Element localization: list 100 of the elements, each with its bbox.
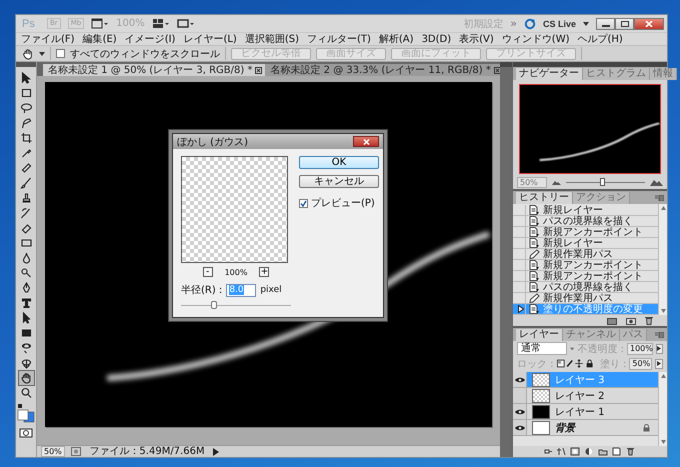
- checkbox[interactable]: [299, 198, 308, 208]
- history-label: 塗りの不透明度の変更: [543, 304, 643, 314]
- opacity-field[interactable]: 100%: [626, 342, 653, 354]
- scroll-down-icon[interactable]: [660, 309, 666, 313]
- preview-icon[interactable]: [71, 447, 81, 456]
- camera-icon[interactable]: [626, 316, 636, 324]
- history-marker-icon: [518, 305, 524, 313]
- color-swatches-icon[interactable]: [17, 404, 35, 424]
- close-button[interactable]: [634, 18, 664, 30]
- menu-item[interactable]: ヘルプ(H): [578, 32, 623, 46]
- blend-mode-select[interactable]: 通常: [517, 342, 568, 355]
- snapshot-icon[interactable]: [607, 316, 617, 324]
- zoom-in-button[interactable]: +: [259, 267, 270, 277]
- history-state[interactable]: パスの境界線を描く: [513, 282, 658, 293]
- scroll-up-icon[interactable]: [660, 374, 666, 378]
- history-label: パスの境界線を描く: [543, 282, 633, 292]
- menu-item[interactable]: 3D(D): [422, 34, 452, 44]
- close-icon: [362, 138, 370, 144]
- hand-icon[interactable]: [22, 48, 34, 60]
- view-extras-icon[interactable]: [91, 18, 110, 29]
- scrollbar[interactable]: [658, 204, 667, 315]
- zoom-field[interactable]: 50%: [517, 177, 547, 188]
- panel-tab[interactable]: レイヤー: [516, 329, 563, 341]
- caret-icon[interactable]: [39, 52, 45, 56]
- cs-live-menu[interactable]: CS Live: [542, 18, 576, 28]
- menu-item[interactable]: ファイル(F): [21, 32, 75, 46]
- history-state[interactable]: 新規アンカーポイント: [513, 260, 658, 271]
- menu-item[interactable]: イメージ(I): [124, 32, 176, 46]
- history-state[interactable]: 新規レイヤー: [513, 205, 658, 216]
- scroll-down-icon[interactable]: [660, 440, 666, 444]
- quick-mask-icon[interactable]: [19, 428, 33, 438]
- document-tab[interactable]: 名称未設定 1 @ 50% (レイヤー 3, RGB/8) *: [43, 64, 266, 76]
- fill-menu-button[interactable]: [655, 358, 663, 368]
- document-icon: [529, 260, 540, 270]
- history-state[interactable]: 新規レイヤー: [513, 238, 658, 249]
- ok-button[interactable]: OK: [299, 156, 379, 169]
- screen-mode-icon[interactable]: [176, 18, 195, 29]
- layer-row[interactable]: レイヤー 1: [513, 404, 658, 420]
- menu-item[interactable]: フィルター(T): [306, 32, 371, 46]
- panel-tab[interactable]: ナビゲーター: [516, 68, 583, 80]
- zoom-out-button[interactable]: -: [202, 267, 213, 277]
- close-icon[interactable]: [255, 66, 262, 74]
- crop-tool-icon[interactable]: [18, 130, 34, 144]
- navigator-preview[interactable]: [519, 84, 661, 174]
- maximize-button[interactable]: [615, 18, 634, 30]
- menu-item[interactable]: 編集(E): [82, 32, 117, 46]
- layer-name: レイヤー 2: [555, 390, 605, 402]
- cancel-button[interactable]: キャンセル: [299, 175, 379, 188]
- dodge-tool-icon[interactable]: [18, 266, 34, 280]
- zoom-out-icon[interactable]: [552, 180, 561, 185]
- play-icon[interactable]: [213, 448, 219, 456]
- history-state[interactable]: 新規アンカーポイント: [513, 271, 658, 282]
- eye-icon: [514, 408, 524, 414]
- menu-item[interactable]: レイヤー(L): [183, 32, 237, 46]
- visibility-toggle[interactable]: [513, 420, 527, 435]
- layer-row[interactable]: レイヤー 2: [513, 388, 658, 404]
- history-label: 新規作業用パス: [543, 292, 613, 304]
- history-state[interactable]: 新規作業用パス: [513, 249, 658, 260]
- preview-label: プレビュー(P): [311, 196, 375, 210]
- fill-field[interactable]: 50%: [629, 358, 652, 370]
- history-label: 新規レイヤー: [543, 204, 603, 216]
- menu-item[interactable]: ウィンドウ(W): [502, 32, 570, 46]
- close-button[interactable]: [353, 136, 379, 147]
- lock-options-icon[interactable]: [556, 359, 594, 368]
- brush-tool-icon[interactable]: [18, 176, 34, 190]
- panel-menu-icon[interactable]: [655, 332, 664, 338]
- minimize-button[interactable]: [596, 18, 615, 30]
- menu-item[interactable]: 選択範囲(S): [244, 32, 299, 46]
- visibility-toggle[interactable]: [513, 388, 527, 403]
- layer-row[interactable]: 背景: [513, 420, 658, 436]
- opacity-menu-button[interactable]: [656, 344, 663, 354]
- visibility-toggle[interactable]: [513, 404, 527, 419]
- menu-item[interactable]: 表示(V): [459, 32, 494, 46]
- menu-item[interactable]: 解析(A): [378, 32, 414, 46]
- checkbox[interactable]: [56, 49, 65, 58]
- scroll-up-icon[interactable]: [660, 206, 666, 210]
- history-state[interactable]: 新規アンカーポイント: [513, 227, 658, 238]
- zoom-tool-icon[interactable]: [18, 386, 34, 400]
- layer-thumbnail: [532, 372, 550, 386]
- history-state[interactable]: パスの境界線を描く: [513, 216, 658, 227]
- zoom-in-icon[interactable]: [650, 179, 663, 186]
- scrollbar[interactable]: [658, 372, 667, 446]
- hand-tool-icon[interactable]: [18, 370, 34, 384]
- panel-menu-icon[interactable]: [655, 195, 664, 201]
- visibility-toggle[interactable]: [513, 372, 527, 387]
- layer-name: レイヤー 3: [555, 374, 605, 386]
- slider-thumb[interactable]: [600, 178, 605, 186]
- lasso-tool-icon[interactable]: [18, 100, 34, 114]
- arrange-icon[interactable]: [152, 18, 170, 29]
- slider-thumb[interactable]: [211, 301, 217, 309]
- cs-live-icon[interactable]: [524, 18, 536, 30]
- history-label: パスの境界線を描く: [543, 216, 633, 226]
- zoom-field[interactable]: 50%: [41, 446, 65, 457]
- close-icon[interactable]: [494, 66, 501, 74]
- trash-icon[interactable]: [645, 316, 653, 325]
- caret-icon[interactable]: [583, 22, 589, 26]
- history-label: 新規作業用パス: [543, 248, 613, 260]
- document-icon: [529, 205, 540, 215]
- panel-tab[interactable]: ヒストリー: [516, 192, 573, 204]
- preview-area[interactable]: [181, 156, 288, 263]
